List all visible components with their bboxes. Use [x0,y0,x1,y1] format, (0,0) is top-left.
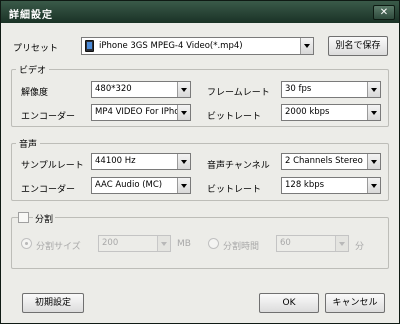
audio-bitrate-label: ビットレート [207,185,262,195]
audio-encoder-value: AAC Audio (MC) [95,180,163,190]
framerate-value: 30 fps [285,84,312,94]
samplerate-label: サンプルレート [21,161,84,171]
audio-bitrate-value: 128 kbps [285,180,325,190]
split-size-select[interactable]: 200 [98,235,171,252]
channel-label: 音声チャンネル [207,161,270,171]
video-bitrate-value: 2000 kbps [285,107,330,117]
chevron-down-icon[interactable] [157,236,170,251]
split-time-value: 60 [280,238,291,248]
preset-value: iPhone 3GS MPEG-4 Video(*.mp4) [99,41,243,51]
chevron-down-icon[interactable] [177,178,190,193]
audio-group-title: 音声 [16,137,41,150]
save-as-button[interactable]: 別名で保存 [328,36,388,56]
reset-defaults-button[interactable]: 初期設定 [22,293,84,313]
video-encoder-value: MP4 VIDEO For IPhone [95,107,191,117]
framerate-label: フレームレート [207,88,270,98]
audio-encoder-label: エンコーダー [21,185,76,195]
video-bitrate-label: ビットレート [207,112,262,122]
split-time-unit: 分 [355,242,365,252]
resolution-select[interactable]: 480*320 [91,81,191,98]
chevron-down-icon[interactable] [177,105,190,120]
samplerate-value: 44100 Hz [95,156,136,166]
split-time-label: 分割時間 [223,242,260,252]
preset-select[interactable]: iPhone 3GS MPEG-4 Video(*.mp4) [81,37,314,55]
close-icon: ✕ [379,7,389,18]
window-title: 詳細設定 [9,10,53,21]
split-size-value: 200 [102,238,119,248]
chevron-down-icon[interactable] [177,154,190,169]
settings-dialog: 詳細設定 ✕ プリセット iPhone 3GS MPEG-4 Video(*.m… [0,0,400,324]
split-by-size-radio[interactable] [21,238,32,249]
video-encoder-select[interactable]: MP4 VIDEO For IPhone [91,104,191,121]
video-bitrate-select[interactable]: 2000 kbps [281,104,381,121]
cancel-button[interactable]: キャンセル [325,293,385,313]
audio-encoder-select[interactable]: AAC Audio (MC) [91,177,191,194]
chevron-down-icon[interactable] [335,236,348,251]
resolution-label: 解像度 [21,88,49,98]
split-time-select[interactable]: 60 [276,235,349,252]
split-by-time-radio[interactable] [208,238,219,249]
channel-select[interactable]: 2 Channels Stereo [281,153,381,170]
split-checkbox[interactable] [18,212,29,223]
chevron-down-icon[interactable] [367,178,380,193]
chevron-down-icon[interactable] [177,82,190,97]
iphone-icon [85,40,94,52]
chevron-down-icon[interactable] [300,38,313,54]
video-encoder-label: エンコーダー [21,112,76,122]
audio-bitrate-select[interactable]: 128 kbps [281,177,381,194]
resolution-value: 480*320 [95,84,132,94]
split-label: 分割 [33,212,56,225]
samplerate-select[interactable]: 44100 Hz [91,153,191,170]
title-bar[interactable]: 詳細設定 ✕ [1,1,399,23]
chevron-down-icon[interactable] [367,105,380,120]
video-group-title: ビデオ [16,63,50,76]
framerate-select[interactable]: 30 fps [281,81,381,98]
channel-value: 2 Channels Stereo [285,156,363,166]
chevron-down-icon[interactable] [367,82,380,97]
ok-button[interactable]: OK [259,293,319,313]
split-size-unit: MB [177,239,191,249]
preset-label: プリセット [13,44,59,54]
close-button[interactable]: ✕ [373,5,395,20]
chevron-down-icon[interactable] [367,154,380,169]
split-size-label: 分割サイズ [36,242,81,252]
